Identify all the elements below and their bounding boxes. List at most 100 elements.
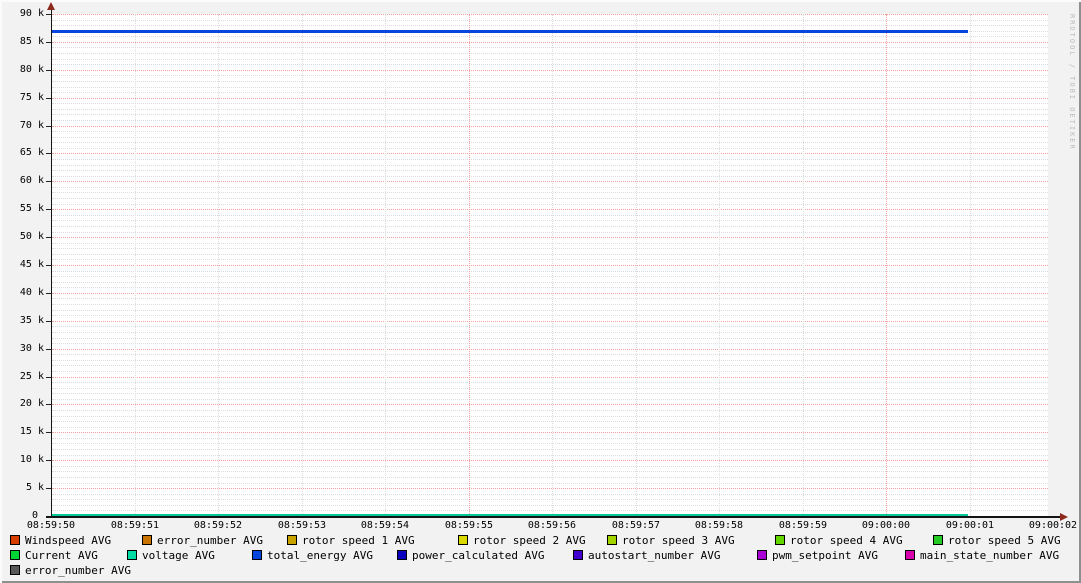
gridline-minor xyxy=(52,131,1048,132)
x-tick-label: 08:59:50 xyxy=(26,520,76,531)
gridline-minor xyxy=(52,499,1048,500)
gridline-minor xyxy=(52,399,1048,400)
gridline-minor xyxy=(52,114,1048,115)
gridline-minor xyxy=(52,25,1048,26)
y-tick-label: 60 k xyxy=(19,175,44,186)
legend-label: total_energy AVG xyxy=(267,549,373,562)
gridline-minor xyxy=(52,165,1048,166)
gridline-minor-vertical xyxy=(385,14,386,516)
gridline-minor xyxy=(52,215,1048,216)
gridline-minor xyxy=(52,176,1048,177)
gridline-minor xyxy=(52,287,1048,288)
y-tick-label: 5 k xyxy=(25,482,44,493)
y-axis-tick xyxy=(46,42,51,43)
y-tick-label: 65 k xyxy=(19,147,44,158)
legend-label: error_number AVG xyxy=(157,534,263,547)
gridline-minor xyxy=(52,148,1048,149)
legend-swatch-icon xyxy=(252,550,262,560)
gridline-minor xyxy=(52,20,1048,21)
legend-label: voltage AVG xyxy=(142,549,215,562)
y-axis-tick xyxy=(46,460,51,461)
y-axis-tick xyxy=(46,488,51,489)
y-tick-label: 75 k xyxy=(19,92,44,103)
gridline-minor xyxy=(52,477,1048,478)
legend-swatch-icon xyxy=(10,550,20,560)
gridline-minor xyxy=(52,365,1048,366)
legend-label: rotor speed 3 AVG xyxy=(622,534,735,547)
gridline-minor xyxy=(52,87,1048,88)
gridline-minor xyxy=(52,192,1048,193)
gridline-minor xyxy=(52,271,1048,272)
gridline-major xyxy=(52,14,1048,15)
gridline-minor xyxy=(52,259,1048,260)
gridline-minor xyxy=(52,64,1048,65)
legend-label: pwm_setpoint AVG xyxy=(772,549,878,562)
y-axis xyxy=(51,8,52,518)
gridline-minor xyxy=(52,483,1048,484)
x-tick-label: 09:00:02 xyxy=(1028,520,1078,531)
rrdtool-graph: RRDTOOL / TOBI OETIKER 90 k 85 k 80 k 75 k 7… xyxy=(0,0,1081,583)
gridline-major xyxy=(52,404,1048,405)
watermark: RRDTOOL / TOBI OETIKER xyxy=(1068,14,1076,151)
x-tick-label: 09:00:00 xyxy=(861,520,911,531)
gridline-major xyxy=(52,98,1048,99)
x-tick-label: 08:59:53 xyxy=(277,520,327,531)
gridline-major-vertical xyxy=(469,14,470,516)
gridline-minor xyxy=(52,92,1048,93)
gridline-minor xyxy=(52,343,1048,344)
gridline-minor xyxy=(52,443,1048,444)
gridline-major xyxy=(52,181,1048,182)
legend-label: rotor speed 5 AVG xyxy=(948,534,1061,547)
gridline-major xyxy=(52,209,1048,210)
gridline-minor-vertical xyxy=(302,14,303,516)
gridline-minor xyxy=(52,81,1048,82)
gridline-major xyxy=(52,70,1048,71)
gridline-minor xyxy=(52,354,1048,355)
gridline-minor xyxy=(52,36,1048,37)
y-tick-label: 90 k xyxy=(19,8,44,19)
gridline-minor xyxy=(52,455,1048,456)
gridline-major xyxy=(52,293,1048,294)
gridline-minor xyxy=(52,315,1048,316)
gridline-minor xyxy=(52,416,1048,417)
gridline-minor xyxy=(52,204,1048,205)
x-tick-label: 08:59:51 xyxy=(110,520,160,531)
y-tick-label: 25 k xyxy=(19,371,44,382)
gridline-minor xyxy=(52,304,1048,305)
legend-swatch-icon xyxy=(905,550,915,560)
legend-swatch-icon xyxy=(10,565,20,575)
x-tick-label: 09:00:01 xyxy=(945,520,995,531)
gridline-major xyxy=(52,349,1048,350)
y-tick-label: 45 k xyxy=(19,259,44,270)
x-tick-label: 08:59:54 xyxy=(360,520,410,531)
y-axis-tick xyxy=(46,181,51,182)
gridline-minor xyxy=(52,232,1048,233)
gridline-minor xyxy=(52,248,1048,249)
y-tick-label: 10 k xyxy=(19,454,44,465)
y-axis-tick xyxy=(46,209,51,210)
gridline-minor-vertical xyxy=(719,14,720,516)
legend-label: rotor speed 2 AVG xyxy=(473,534,586,547)
legend-swatch-icon xyxy=(458,535,468,545)
legend-swatch-icon xyxy=(142,535,152,545)
x-tick-label: 08:59:59 xyxy=(778,520,828,531)
legend-swatch-icon xyxy=(757,550,767,560)
legend-label: Current AVG xyxy=(25,549,98,562)
legend-label: error_number AVG xyxy=(25,564,131,577)
gridline-minor xyxy=(52,393,1048,394)
gridline-minor xyxy=(52,59,1048,60)
gridline-minor xyxy=(52,388,1048,389)
gridline-minor xyxy=(52,505,1048,506)
legend-swatch-icon xyxy=(287,535,297,545)
gridline-minor xyxy=(52,438,1048,439)
gridline-minor xyxy=(52,109,1048,110)
gridline-minor xyxy=(52,53,1048,54)
y-axis-tick xyxy=(46,153,51,154)
gridline-minor xyxy=(52,360,1048,361)
gridline-minor xyxy=(52,410,1048,411)
y-axis-tick xyxy=(46,432,51,433)
gridline-minor xyxy=(52,170,1048,171)
legend-label: rotor speed 4 AVG xyxy=(790,534,903,547)
y-axis-arrow-icon xyxy=(47,2,55,10)
gridline-major xyxy=(52,377,1048,378)
